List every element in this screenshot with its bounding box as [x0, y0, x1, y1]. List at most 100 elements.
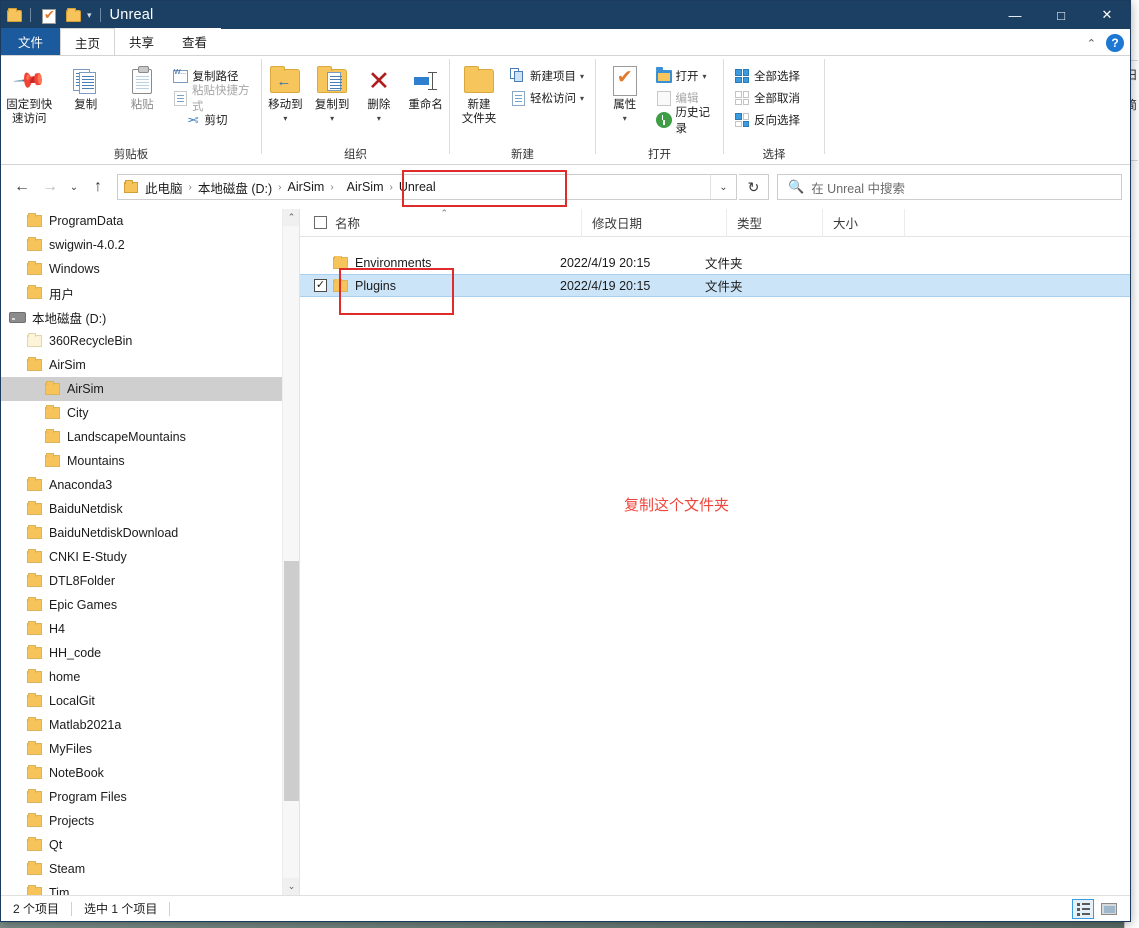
tree-item[interactable]: ProgramData	[1, 209, 282, 233]
table-row[interactable]: Environments 2022/4/19 20:15 文件夹	[300, 251, 1130, 274]
tree-item[interactable]: NoteBook	[1, 761, 282, 785]
minimize-button[interactable]: —	[992, 1, 1038, 29]
close-button[interactable]: ✕	[1084, 1, 1130, 29]
delete-button[interactable]: ✕ 删除 ▾	[356, 61, 403, 126]
breadcrumb-item-1[interactable]: 本地磁盘 (D:)	[195, 178, 275, 197]
quick-access-properties-icon[interactable]	[42, 6, 60, 24]
chevron-down-icon[interactable]: ▾	[330, 112, 334, 126]
new-item-button[interactable]: 新建项目 ▾	[508, 65, 586, 87]
select-none-button[interactable]: 全部取消	[732, 87, 802, 109]
select-all-button[interactable]: 全部选择	[732, 65, 802, 87]
back-button[interactable]: ←	[9, 174, 35, 200]
column-header-size[interactable]: 大小	[823, 209, 905, 237]
large-icons-view-button[interactable]	[1098, 899, 1120, 919]
table-row[interactable]: ✓ Plugins 2022/4/19 20:15 文件夹	[300, 274, 1130, 297]
tree-item[interactable]: Qt	[1, 833, 282, 857]
breadcrumb-separator[interactable]: ›	[186, 182, 195, 193]
tree-item[interactable]: Steam	[1, 857, 282, 881]
tree-item[interactable]: HH_code	[1, 641, 282, 665]
tree-item[interactable]: AirSim	[1, 353, 282, 377]
copy-to-button[interactable]: 复制到 ▾	[309, 61, 356, 126]
chevron-down-icon[interactable]: ▾	[580, 72, 584, 81]
tab-file[interactable]: 文件	[1, 28, 61, 55]
quick-access-new-folder-icon[interactable]	[66, 6, 84, 24]
breadcrumb-item-2[interactable]: AirSim	[285, 180, 328, 194]
tree-item[interactable]: BaiduNetdisk	[1, 497, 282, 521]
tree-item[interactable]: DTL8Folder	[1, 569, 282, 593]
address-bar[interactable]: 此电脑 › 本地磁盘 (D:) › AirSim › AirSim › Unre…	[117, 174, 737, 200]
cut-button[interactable]: ✂ 剪切	[170, 109, 261, 131]
tab-view[interactable]: 查看	[168, 28, 222, 55]
column-header-type[interactable]: 类型	[727, 209, 823, 237]
copy-button[interactable]: 复制	[57, 61, 113, 112]
easy-access-button[interactable]: 轻松访问 ▾	[508, 87, 586, 109]
tree-item[interactable]: Tim	[1, 881, 282, 895]
open-button[interactable]: 打开 ▾	[654, 65, 723, 87]
tree-item[interactable]: Projects	[1, 809, 282, 833]
chevron-down-icon[interactable]: ▾	[377, 112, 381, 126]
recent-locations-button[interactable]: ⌄	[65, 174, 83, 200]
tree-item[interactable]: AirSim	[1, 377, 282, 401]
paste-shortcut-button[interactable]: 粘贴快捷方式	[170, 85, 261, 113]
tree-item[interactable]: City	[1, 401, 282, 425]
search-box[interactable]: 🔍 在 Unreal 中搜索	[777, 174, 1122, 200]
search-input[interactable]: 在 Unreal 中搜索	[811, 178, 905, 197]
chevron-down-icon[interactable]: ▾	[283, 112, 287, 126]
forward-button[interactable]: →	[37, 174, 63, 200]
tree-item[interactable]: Program Files	[1, 785, 282, 809]
column-header-name[interactable]: 名称 ⌃	[300, 209, 582, 237]
column-header-date[interactable]: 修改日期	[582, 209, 727, 237]
rename-button[interactable]: 重命名	[402, 61, 449, 112]
breadcrumb-separator[interactable]: ›	[386, 182, 395, 193]
move-to-button[interactable]: ← 移动到 ▾	[262, 61, 309, 126]
breadcrumb-separator[interactable]: ›	[275, 182, 284, 193]
up-button[interactable]: ↑	[85, 174, 111, 200]
maximize-button[interactable]: □	[1038, 1, 1084, 29]
breadcrumb-item-4[interactable]: Unreal	[396, 180, 439, 194]
help-icon[interactable]: ?	[1106, 34, 1124, 52]
properties-button[interactable]: 属性 ▾	[596, 61, 654, 126]
tree-item[interactable]: BaiduNetdiskDownload	[1, 521, 282, 545]
tree-item[interactable]: Mountains	[1, 449, 282, 473]
address-dropdown-button[interactable]: ⌄	[710, 175, 736, 199]
details-view-button[interactable]	[1072, 899, 1094, 919]
tree-item[interactable]: LocalGit	[1, 689, 282, 713]
tree-item[interactable]: LandscapeMountains	[1, 425, 282, 449]
tree-item[interactable]: Windows	[1, 257, 282, 281]
collapse-ribbon-icon[interactable]: ⌃	[1087, 37, 1096, 50]
chevron-down-icon[interactable]: ▾	[623, 112, 627, 126]
scrollbar-thumb[interactable]	[284, 561, 299, 801]
tree-item[interactable]: 用户	[1, 281, 282, 305]
tree-item[interactable]: H4	[1, 617, 282, 641]
tree-item[interactable]: Anaconda3	[1, 473, 282, 497]
tree-item[interactable]: Epic Games	[1, 593, 282, 617]
select-all-checkbox[interactable]	[314, 216, 327, 229]
refresh-button[interactable]: ↻	[739, 174, 769, 200]
breadcrumb-item-3[interactable]: AirSim	[344, 180, 387, 194]
row-checkbox[interactable]: ✓	[314, 279, 327, 292]
paste-button[interactable]: 粘贴	[114, 61, 170, 112]
tab-share[interactable]: 共享	[115, 28, 169, 55]
quick-access-folder-icon[interactable]	[7, 6, 25, 24]
tab-home[interactable]: 主页	[60, 28, 116, 55]
tree-item[interactable]: CNKI E-Study	[1, 545, 282, 569]
tree-item[interactable]: Matlab2021a	[1, 713, 282, 737]
scroll-down-icon[interactable]: ⌄	[283, 878, 299, 895]
tree-item[interactable]: 本地磁盘 (D:)	[1, 305, 282, 329]
chevron-down-icon[interactable]: ▾	[703, 72, 707, 81]
breadcrumb-item-0[interactable]: 此电脑	[142, 178, 186, 197]
new-folder-button[interactable]: 新建 文件夹	[450, 61, 508, 126]
history-button[interactable]: 历史记录	[654, 107, 723, 135]
breadcrumb-separator[interactable]: ›	[327, 182, 336, 193]
tree-item[interactable]: home	[1, 665, 282, 689]
chevron-down-icon[interactable]: ▾	[87, 10, 92, 21]
invert-selection-button[interactable]: 反向选择	[732, 109, 802, 131]
nav-pane-scrollbar[interactable]: ⌃ ⌄	[282, 209, 299, 895]
pin-to-quick-access-button[interactable]: 📌 固定到快 速访问	[1, 61, 57, 126]
tree-item[interactable]: MyFiles	[1, 737, 282, 761]
chevron-down-icon[interactable]: ▾	[580, 94, 584, 103]
scroll-up-icon[interactable]: ⌃	[283, 209, 299, 226]
row-checkbox[interactable]	[314, 256, 327, 269]
tree-item[interactable]: swigwin-4.0.2	[1, 233, 282, 257]
tree-item[interactable]: 360RecycleBin	[1, 329, 282, 353]
